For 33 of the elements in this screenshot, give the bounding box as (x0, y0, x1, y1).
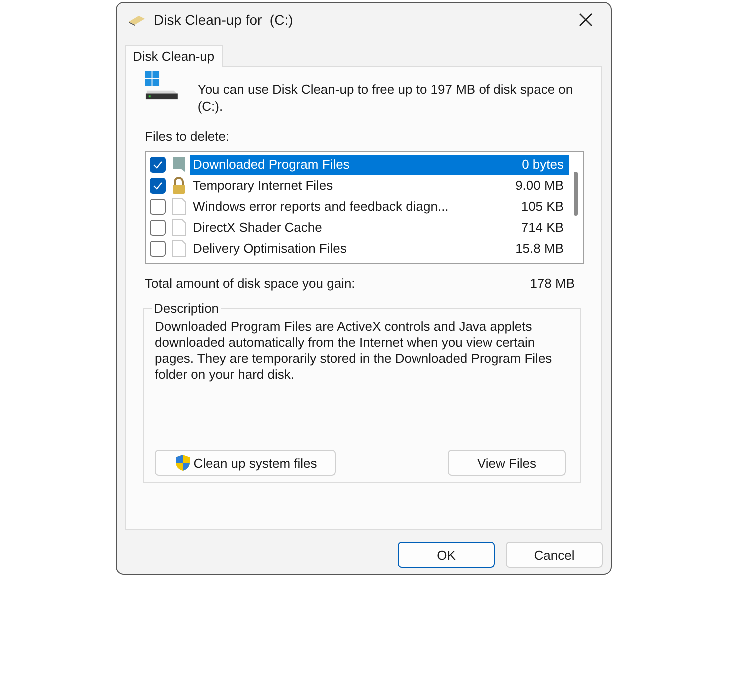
document-icon (172, 240, 186, 258)
description-title: Description (153, 301, 220, 316)
intro-text: You can use Disk Clean-up to free up to 197 MB of disk space on (C:). (198, 81, 574, 116)
file-list-item[interactable]: Delivery Optimisation Files 15.8 MB (190, 238, 569, 259)
clean-up-system-files-button[interactable]: Clean up system files (155, 450, 336, 476)
checkmark-icon (153, 160, 163, 169)
shield-icon (174, 454, 192, 472)
total-value: 178 MB (530, 276, 575, 292)
checkbox[interactable] (150, 220, 166, 236)
checkbox[interactable] (150, 240, 166, 257)
file-list-item[interactable]: DirectX Shader Cache 714 KB (190, 218, 569, 238)
files-label: Files to delete: (145, 129, 231, 144)
window-title: Disk Clean-up for (C:) (154, 12, 294, 28)
padlock-icon (172, 177, 186, 194)
scrollbar-thumb[interactable] (574, 172, 578, 216)
description-text: Downloaded Program Files are ActiveX controls and Java applets downloaded automatically from the Internet when you view certain pages. They are temporarily stored in the Downloaded Program Files folder on your hard disk. (155, 319, 554, 384)
dialog-button[interactable]: OK (398, 542, 495, 568)
document-icon (172, 198, 186, 216)
broom-icon (128, 14, 146, 26)
checkmark-icon (153, 182, 163, 190)
view-files-button[interactable]: View Files (448, 450, 566, 476)
total-label: Total amount of disk space you gain: (145, 276, 356, 292)
checkbox[interactable] (150, 178, 166, 194)
drive-icon (145, 71, 180, 102)
document-icon (172, 219, 186, 236)
close-icon (579, 13, 593, 28)
dialog-button[interactable]: Cancel (506, 542, 603, 568)
file-list-item[interactable]: Windows error reports and feedback diagn... 105 KB (190, 196, 569, 217)
file-list-item[interactable]: Temporary Internet Files 9.00 MB (190, 176, 569, 196)
checkbox[interactable] (150, 156, 166, 173)
file-list-item[interactable]: Downloaded Program Files 0 bytes (190, 154, 569, 175)
tab[interactable]: Disk Clean-up (125, 45, 223, 68)
checkbox[interactable] (150, 198, 166, 215)
